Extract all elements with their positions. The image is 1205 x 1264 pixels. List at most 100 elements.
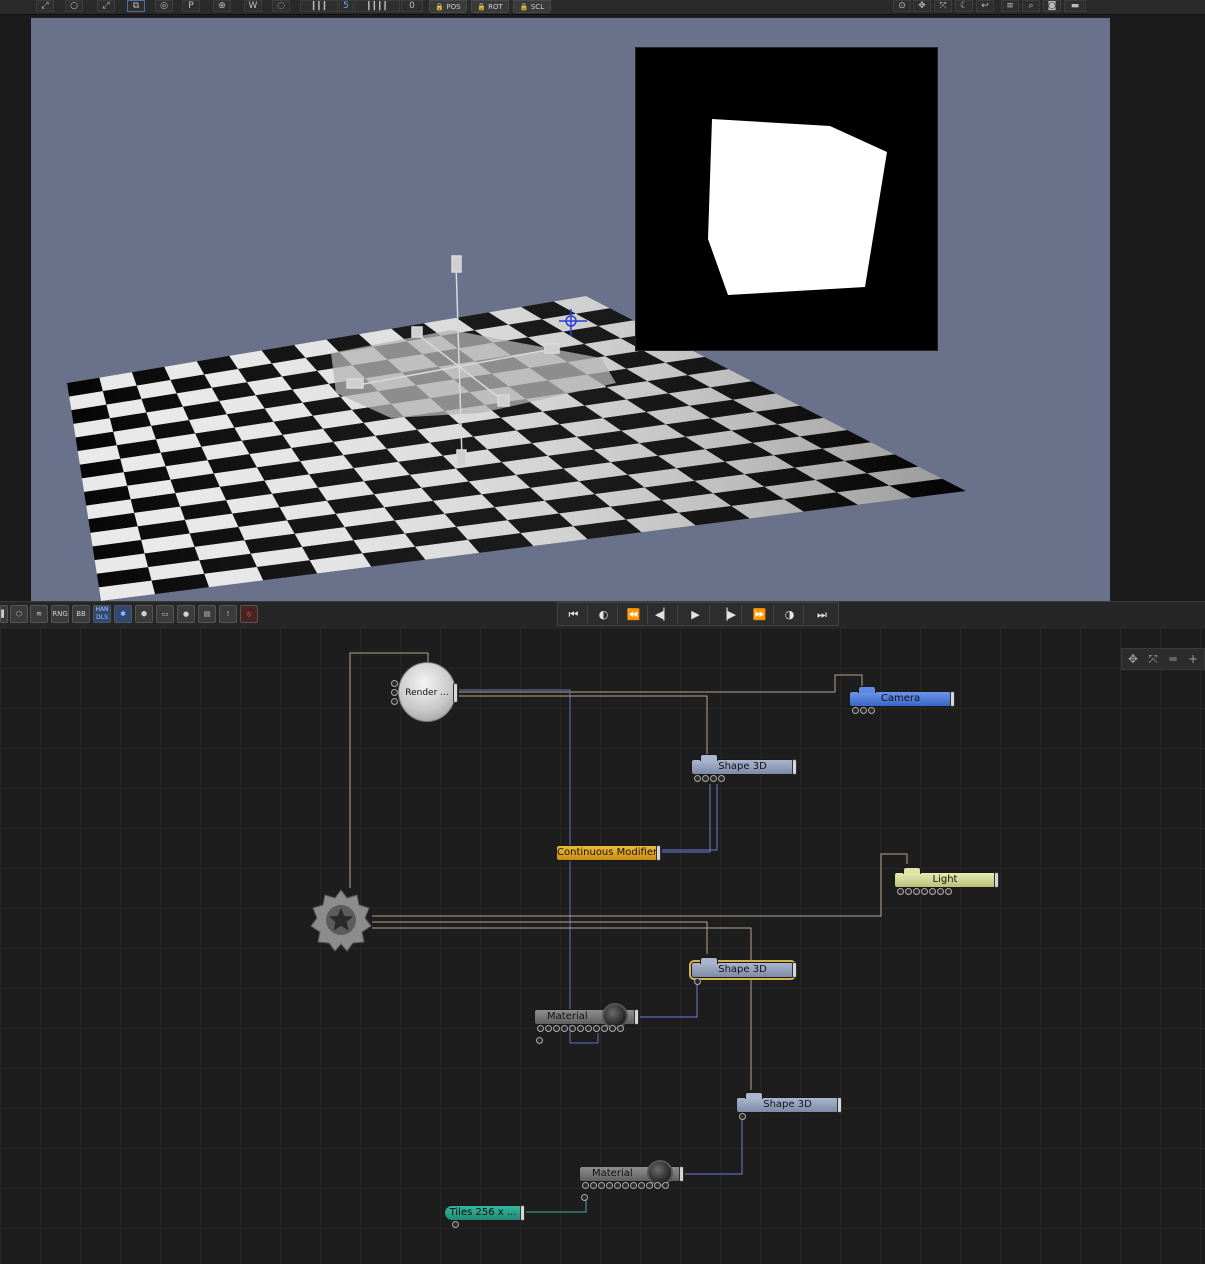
orbit-icon[interactable]: ☾ (955, 0, 973, 12)
layers-icon[interactable]: ≋ (30, 605, 48, 623)
step-back-icon[interactable]: ◀▏ (650, 605, 678, 624)
material-top-extra-port[interactable] (536, 1037, 543, 1044)
camera-node-label: Camera (880, 693, 921, 704)
go-to-start-icon[interactable]: ⏮ (560, 605, 588, 624)
menu-icon[interactable]: ≡ (1001, 0, 1019, 12)
material-bottom-extra-port[interactable] (581, 1194, 588, 1201)
window-icon[interactable]: ▤ (198, 605, 216, 623)
handles-button[interactable]: HAN DLS (93, 605, 111, 623)
shape-top-label: Shape 3D (718, 761, 767, 772)
material-node-top[interactable]: Material (534, 1003, 639, 1032)
camera-snapshot-icon[interactable]: ◙ (1043, 0, 1061, 12)
vr-icon[interactable]: ▭ (156, 605, 174, 623)
shape-top-ports[interactable] (694, 775, 725, 783)
material-bottom-ports[interactable] (582, 1182, 669, 1190)
display-mode-icon[interactable]: ▬ (1064, 0, 1086, 12)
pan-view-icon[interactable]: ✥ (1124, 651, 1142, 667)
shape-bottom-ports[interactable] (739, 1113, 746, 1121)
scene-group-gear-icon[interactable] (309, 888, 373, 952)
material-top-ports[interactable] (537, 1025, 624, 1033)
prev-key-icon[interactable]: ◐ (590, 605, 618, 624)
shape-mid-ports[interactable] (694, 978, 701, 986)
step-value-label: 5 (343, 1, 349, 11)
node-graph[interactable]: ✥ ⤧ ═ + Render ... Camera Shape 3D Conti… (0, 628, 1205, 1264)
pivot-p-label: P (188, 1, 194, 11)
pivot-p-icon[interactable]: P (182, 0, 200, 12)
asterisk-button[interactable]: ✱ (114, 605, 132, 623)
align-icon[interactable]: ═ (1164, 651, 1182, 667)
panel-grip-icon[interactable]: ▌ (0, 605, 8, 623)
rotate-arrow-icon[interactable]: ⤢ (97, 0, 115, 12)
shape-3d-node-middle[interactable]: Shape 3D (689, 957, 797, 985)
zero-value[interactable]: 0 (401, 0, 423, 12)
material-top-label: Material (547, 1011, 588, 1022)
step-value[interactable]: 5 (339, 0, 353, 12)
camera-ports[interactable] (852, 707, 875, 715)
transform-arrow-icon[interactable]: ⤢ (36, 0, 54, 12)
transport-toolbar: ▌ ⬡ ≋ RNG BB HAN DLS ✱ ⬢ ▭ ● ▤ ! ⦸ ⏮ ◐ ⏪… (0, 601, 1205, 629)
pan-icon[interactable]: ✥ (913, 0, 931, 12)
lock-pos-label: POS (446, 3, 461, 11)
world-w-icon[interactable]: W (244, 0, 262, 12)
render-node-label: Render ... (405, 688, 449, 698)
3d-viewport[interactable] (31, 18, 1110, 601)
camera-node[interactable]: Camera (849, 686, 955, 714)
world-w-label: W (248, 1, 258, 11)
shape-mid-label: Shape 3D (718, 964, 767, 975)
asterisk-label: ✱ (120, 610, 126, 618)
ruler-icon[interactable]: ┃┃┃ (300, 0, 338, 12)
modifier-label: Continuous Modifier (557, 847, 658, 858)
tiles-texture-node[interactable]: Tiles 256 x ... (444, 1205, 525, 1228)
shape-bottom-label: Shape 3D (763, 1099, 812, 1110)
render-output-port[interactable] (453, 683, 458, 703)
play-icon[interactable]: ▶ (682, 605, 710, 624)
ruler-icon-2[interactable]: ┃┃┃┃ (354, 0, 400, 12)
warning-label: ! (226, 610, 230, 618)
add-node-icon[interactable]: + (1184, 651, 1202, 667)
fit-icon[interactable]: ⤧ (934, 0, 952, 12)
local-space-icon[interactable]: ⧉ (127, 0, 145, 12)
tiles-label: Tiles 256 x ... (449, 1207, 517, 1218)
light-ports[interactable] (897, 888, 952, 896)
stop-label: ⦸ (246, 610, 252, 618)
stop-button[interactable]: ⦸ (240, 605, 258, 623)
scene-canvas[interactable] (31, 18, 1110, 601)
render-input-ports[interactable] (391, 680, 398, 705)
lock-rot-label: ROT (488, 3, 503, 11)
light-node[interactable]: Light (894, 867, 999, 895)
rewind-icon[interactable]: ⏪ (620, 605, 648, 624)
render-node[interactable]: Render ... (398, 662, 458, 722)
fast-forward-icon[interactable]: ⏩ (746, 605, 774, 624)
light-node-label: Light (932, 874, 958, 885)
rng-label: RNG (52, 610, 68, 618)
sphere-icon[interactable]: ◌ (272, 0, 290, 12)
cube-icon[interactable]: ⬡ (10, 605, 28, 623)
undo-view-icon[interactable]: ↩ (976, 0, 994, 12)
step-forward-icon[interactable]: ▕▶ (714, 605, 742, 624)
fit-view-icon[interactable]: ⤧ (1144, 651, 1162, 667)
continuous-modifier-node[interactable]: Continuous Modifier (556, 845, 661, 861)
circle-select-icon[interactable]: ○ (65, 0, 83, 12)
next-key-icon[interactable]: ◑ (776, 605, 804, 624)
lock-scl-button[interactable]: 🔒 SCL (513, 0, 551, 13)
shape-3d-node-top[interactable]: Shape 3D (691, 754, 797, 782)
lock-rot-button[interactable]: 🔒 ROT (471, 0, 509, 13)
shape-3d-node-bottom[interactable]: Shape 3D (736, 1092, 842, 1120)
go-to-end-icon[interactable]: ⏭ (808, 605, 836, 624)
top-toolbar: ⤢ ○ ⤢ ⧉ ◎ P ⊕ W ◌ ┃┃┃ 5 ┃┃┃┃ 0 🔒 POS 🔒 R… (0, 0, 1205, 15)
zero-value-label: 0 (409, 1, 415, 11)
bb-button[interactable]: BB (72, 605, 90, 623)
tiles-ports[interactable] (452, 1221, 459, 1229)
warning-button[interactable]: ! (219, 605, 237, 623)
rng-button[interactable]: RNG (51, 605, 69, 623)
sphere-shade-icon[interactable]: ● (177, 605, 195, 623)
zoom-icon[interactable]: ⌕ (1022, 0, 1040, 12)
playback-controls: ⏮ ◐ ⏪ ◀▏ ▶ ▕▶ ⏩ ◑ ⏭ (557, 602, 839, 626)
target-icon[interactable]: ⊙ (893, 0, 911, 12)
material-node-bottom[interactable]: Material (579, 1160, 684, 1189)
grid-snap-icon[interactable]: ⊕ (213, 0, 231, 12)
lock-pos-button[interactable]: 🔒 POS (429, 0, 467, 13)
cube-view-icon[interactable]: ⬢ (135, 605, 153, 623)
snap-icon[interactable]: ◎ (155, 0, 173, 12)
render-preview (635, 47, 938, 351)
